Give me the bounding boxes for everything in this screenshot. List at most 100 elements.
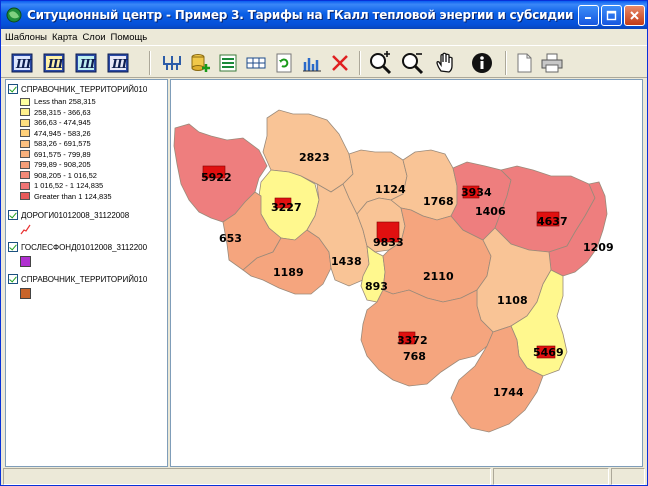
minimize-button[interactable] [578,5,599,26]
menu-item-templates[interactable]: Шаблоны [5,32,47,43]
legend-class-row: 583,26 - 691,575 [20,139,91,148]
map-label: 3372 [397,334,428,347]
app-window: Ситуционный центр - Пример 3. Тарифы на … [0,0,648,486]
territory-symbol [20,288,31,299]
blank-document-icon [517,53,532,73]
map-label: 893 [365,280,388,293]
legend-class-row: 474,945 - 583,26 [20,129,91,138]
forest-fund-symbol [20,256,31,267]
template-4-button[interactable]: Ш [105,50,131,76]
legend-class-swatch [20,139,30,148]
menu-item-map[interactable]: Карта [52,32,77,43]
legend-class-swatch [20,108,30,116]
map-label: 1406 [475,205,506,218]
map-label: 2823 [299,151,330,164]
layer-tree-button[interactable] [159,50,185,76]
refresh-icon [276,53,292,73]
map-label: 1438 [331,255,362,268]
add-database-icon [191,54,210,72]
new-document-button[interactable] [511,50,537,76]
choropleth-map[interactable]: 5922 2823 3227 653 1189 1124 1768 3934 1… [171,80,643,467]
list-button[interactable] [215,50,241,76]
legend-class-row: 1 016,52 - 1 124,835 [20,181,103,190]
legend-class-row: 908,205 - 1 016,52 [20,171,97,180]
delete-button[interactable] [327,50,353,76]
layer-name: СПРАВОЧНИК_ТЕРРИТОРИЙ010 [21,274,148,284]
add-layer-button[interactable] [187,50,213,76]
legend-class-swatch [20,171,30,179]
print-button[interactable] [539,50,565,76]
legend-layer-territories[interactable]: СПРАВОЧНИК_ТЕРРИТОРИЙ010 [8,84,147,94]
template-3-button[interactable]: Ш [73,50,99,76]
map-label: 1189 [273,266,304,279]
layer-name: ДОРОГИ01012008_31122008 [21,210,130,220]
template-w-icon: Ш [11,53,33,73]
zoom-out-button[interactable] [399,50,425,76]
map-label: 9833 [373,236,404,249]
map-label: 3934 [461,186,492,199]
toolbar-separator [149,51,151,75]
hand-pan-icon [436,52,453,73]
menu-bar: Шаблоны Карта Слои Помощь [1,29,647,45]
legend-class-swatch [20,192,30,200]
status-cell-secondary [493,468,609,485]
legend-class-label: Greater than 1 124,835 [34,191,112,201]
legend-class-swatch [20,160,30,169]
maximize-icon [606,10,617,21]
info-icon [472,53,492,73]
refresh-button[interactable] [271,50,297,76]
svg-text:Ш: Ш [47,57,64,71]
legend-class-row: Less than 258,315 [20,97,96,106]
legend-class-row: 258,315 - 366,63 [20,108,91,117]
info-button[interactable] [469,50,495,76]
chart-button[interactable] [299,50,325,76]
legend-class-label: 908,205 - 1 016,52 [34,170,97,180]
map-label: 1768 [423,195,454,208]
zoom-out-icon [402,53,424,75]
map-label: 653 [219,232,242,245]
legend-class-swatch [20,181,30,190]
legend-class-row: 366,63 - 474,945 [20,118,91,127]
legend-layer-territories-2[interactable]: СПРАВОЧНИК_ТЕРРИТОРИЙ010 [8,274,147,284]
toolbar: Ш Ш Ш Ш [1,45,647,78]
legend-class-label: Less than 258,315 [34,97,96,106]
map-label: 1124 [375,183,406,196]
layer-visibility-checkbox[interactable] [8,242,18,252]
legend-class-row: 691,575 - 799,89 [20,150,91,159]
template-w-yellow-icon: Ш [43,53,65,73]
legend-class-label: 1 016,52 - 1 124,835 [34,181,104,190]
table-icon [246,57,266,69]
legend-class-row: 799,89 - 908,205 [20,160,91,169]
zoom-in-icon [370,51,392,75]
map-label: 1209 [583,241,614,254]
menu-item-help[interactable]: Помощь [111,32,148,43]
legend-class-swatch [20,97,30,106]
legend-class-label: 799,89 - 908,205 [34,160,91,169]
map-label: 3227 [271,201,302,214]
legend-class-label: 258,315 - 366,63 [34,107,91,117]
template-2-button[interactable]: Ш [41,50,67,76]
map-canvas[interactable]: 5922 2823 3227 653 1189 1124 1768 3934 1… [170,79,643,467]
menu-item-layers[interactable]: Слои [82,32,105,43]
layer-visibility-checkbox[interactable] [8,210,18,220]
layer-visibility-checkbox[interactable] [8,84,18,94]
zoom-in-button[interactable] [367,50,393,76]
status-cell-grip[interactable] [611,468,645,485]
map-label: 768 [403,350,426,363]
map-label: 5469 [533,346,564,359]
toolbar-separator [505,51,507,75]
map-label: 4637 [537,215,568,228]
legend-class-label: 691,575 - 799,89 [34,149,91,159]
title-bar[interactable]: Ситуционный центр - Пример 3. Тарифы на … [1,1,647,29]
legend-layer-roads[interactable]: ДОРОГИ01012008_31122008 [8,210,129,220]
template-1-button[interactable]: Ш [9,50,35,76]
maximize-button[interactable] [601,5,622,26]
legend-layer-forest-fund[interactable]: ГОСЛЕСФОНД01012008_3112200 [8,242,147,252]
svg-text:Ш: Ш [111,57,128,71]
table-button[interactable] [243,50,269,76]
pan-button[interactable] [433,50,459,76]
status-bar [1,468,647,486]
close-button[interactable] [624,5,645,26]
layer-visibility-checkbox[interactable] [8,274,18,284]
layer-name: ГОСЛЕСФОНД01012008_3112200 [21,242,148,252]
